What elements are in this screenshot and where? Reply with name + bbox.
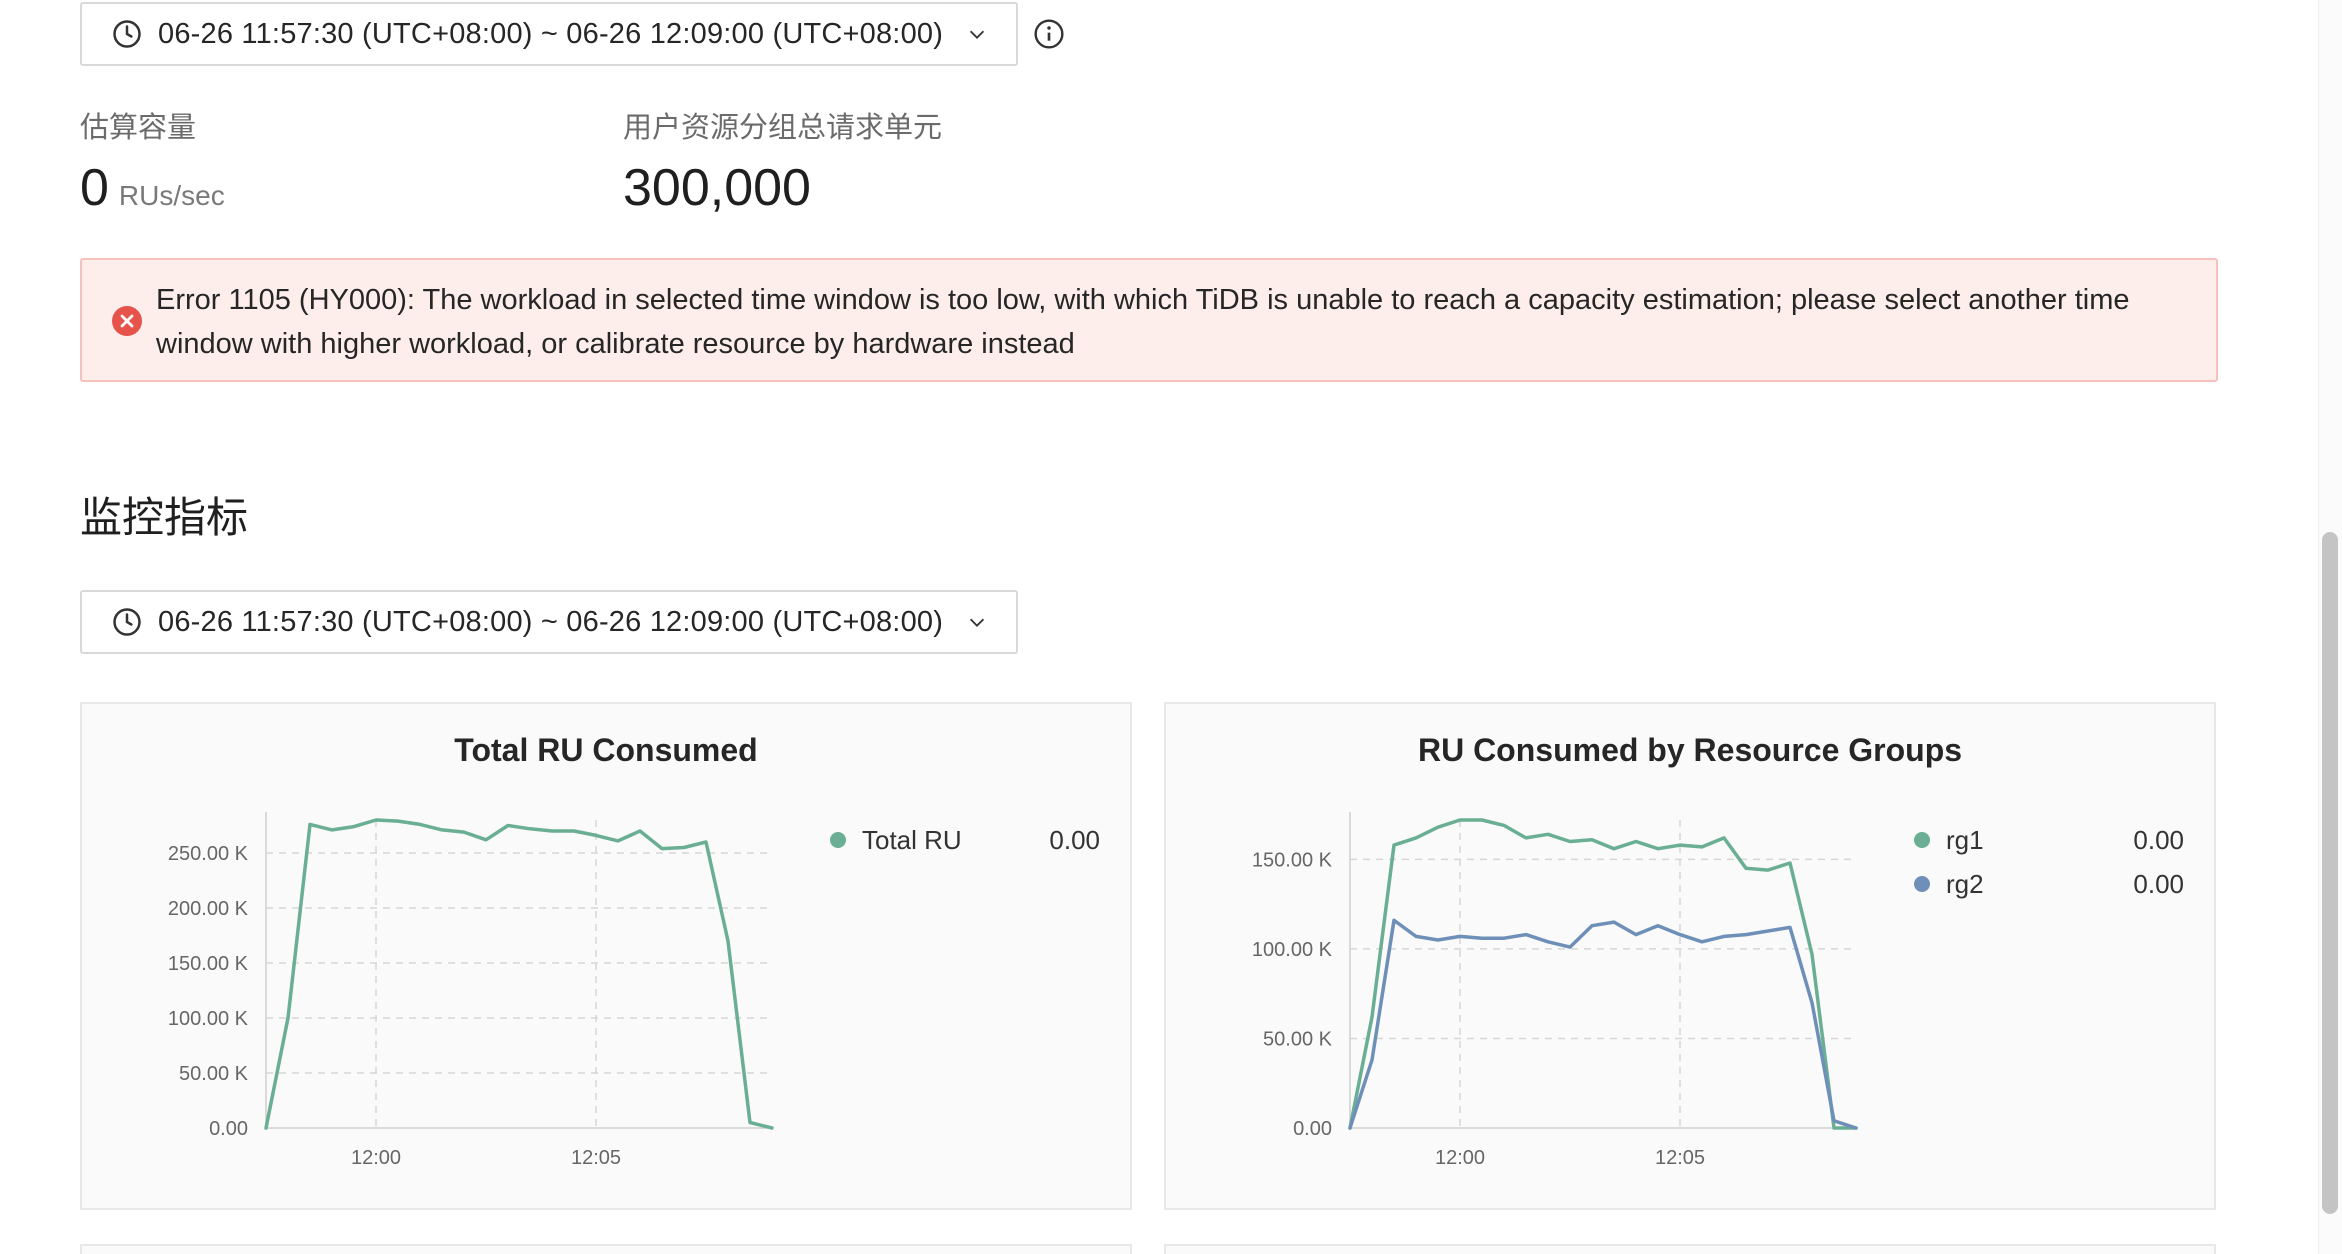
ru-by-resource-groups-chart: 0.00 50.00 K 100.00 K 150.00 K 12:00 12:05 <box>1252 812 1858 1169</box>
y-tick-label: 50.00 K <box>179 1063 249 1085</box>
chart-legend: rg1 0.00 rg2 0.00 <box>1914 818 2184 906</box>
chevron-down-icon <box>969 618 985 627</box>
capacity-time-range-picker[interactable]: 06-26 11:57:30 (UTC+08:00) ~ 06-26 12:09… <box>80 2 1018 66</box>
info-icon[interactable] <box>1033 18 1065 50</box>
metrics-time-range-picker[interactable]: 06-26 11:57:30 (UTC+08:00) ~ 06-26 12:09… <box>80 590 1018 654</box>
legend-dot <box>1914 832 1930 848</box>
y-tick-label: 150.00 K <box>1252 849 1333 871</box>
total-request-units-label: 用户资源分组总请求单元 <box>623 112 943 144</box>
x-tick-label: 12:05 <box>1655 1147 1705 1169</box>
clock-icon <box>113 20 141 48</box>
x-tick-label: 12:00 <box>1435 1147 1485 1169</box>
scrollbar-thumb[interactable] <box>2322 532 2338 1214</box>
total-request-units-value: 300,000 <box>623 159 811 217</box>
ru-by-resource-groups-chart-panel: 0.00 50.00 K 100.00 K 150.00 K 12:00 12:05 RU… <box>1164 702 2216 1210</box>
next-chart-panel <box>1164 1244 2216 1254</box>
total-ru-chart-panel: 0.00 50.00 K 100.00 K 150.00 K 200.00 K 250.0… <box>80 702 1132 1210</box>
legend-value: 0.00 <box>1049 824 1100 855</box>
legend-name: rg1 <box>1946 824 1984 855</box>
y-tick-label: 200.00 K <box>168 898 249 920</box>
estimated-capacity-label: 估算容量 <box>80 112 197 144</box>
legend-value: 0.00 <box>2133 824 2184 855</box>
metrics-time-range-text: 06-26 11:57:30 (UTC+08:00) ~ 06-26 12:09… <box>158 605 944 638</box>
section-title: 监控指标 <box>80 494 249 541</box>
series-line-rg1 <box>1348 818 1858 1130</box>
series-line-rg2 <box>1348 918 1858 1130</box>
chevron-down-icon <box>969 30 985 39</box>
legend-item-total-ru[interactable]: Total RU 0.00 <box>830 818 1100 862</box>
legend-name: Total RU <box>862 824 962 855</box>
series-line-total-ru <box>264 818 774 1130</box>
y-tick-label: 50.00 K <box>1263 1028 1333 1050</box>
error-alert: Error 1105 (HY000): The workload in sele… <box>80 258 2218 382</box>
error-icon <box>112 306 142 336</box>
x-tick-label: 12:00 <box>351 1147 401 1169</box>
y-tick-label: 0.00 <box>209 1118 248 1140</box>
estimated-capacity-number: 0 <box>80 159 109 217</box>
y-tick-label: 100.00 K <box>1252 939 1333 961</box>
page-scrollbar[interactable] <box>2318 0 2342 1254</box>
legend-item-rg2[interactable]: rg2 0.00 <box>1914 862 2184 906</box>
clock-icon <box>113 608 141 636</box>
capacity-time-range-text: 06-26 11:57:30 (UTC+08:00) ~ 06-26 12:09… <box>158 17 944 50</box>
chart-legend: Total RU 0.00 <box>830 818 1100 862</box>
next-chart-panel <box>80 1244 1132 1254</box>
y-tick-label: 100.00 K <box>168 1008 249 1030</box>
estimated-capacity-unit: RUs/sec <box>118 180 225 211</box>
x-tick-label: 12:05 <box>571 1147 621 1169</box>
legend-name: rg2 <box>1946 868 1984 899</box>
estimated-capacity-value: 0 RUs/sec <box>80 158 225 218</box>
y-tick-label: 150.00 K <box>168 953 249 975</box>
total-ru-chart: 0.00 50.00 K 100.00 K 150.00 K 200.00 K 250.0… <box>168 812 774 1169</box>
chart-title: Total RU Consumed <box>454 732 758 768</box>
legend-dot <box>1914 876 1930 892</box>
error-message: Error 1105 (HY000): The workload in sele… <box>156 284 2130 360</box>
chart-title: RU Consumed by Resource Groups <box>1417 732 1963 768</box>
legend-item-rg1[interactable]: rg1 0.00 <box>1914 818 2184 862</box>
legend-value: 0.00 <box>2133 868 2184 899</box>
y-tick-label: 0.00 <box>1293 1118 1332 1140</box>
legend-dot <box>830 832 846 848</box>
y-tick-label: 250.00 K <box>168 843 249 865</box>
